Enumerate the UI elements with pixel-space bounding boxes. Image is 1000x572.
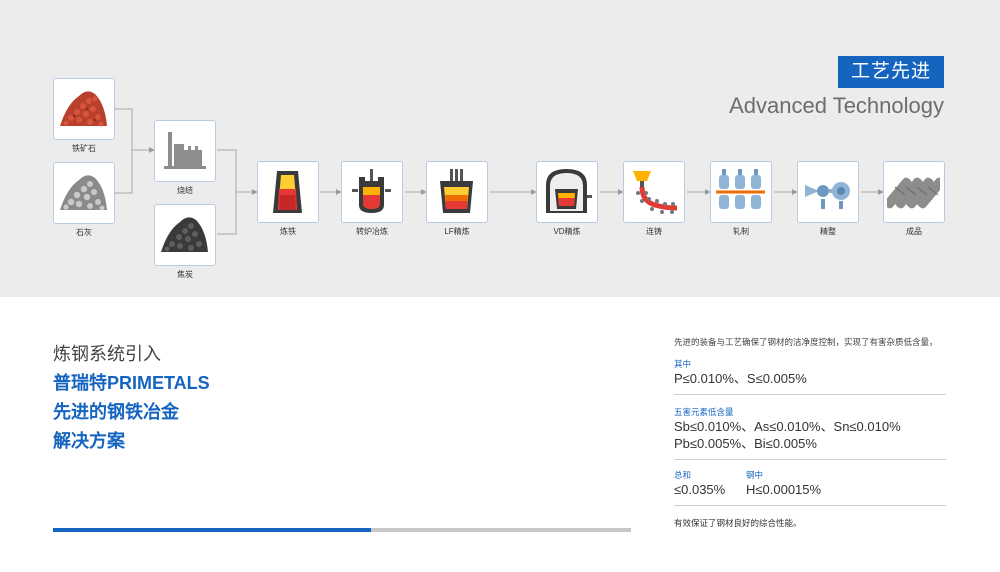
headline-line-1: 炼钢系统引入	[53, 344, 161, 364]
step-coke	[154, 204, 216, 266]
step-label: LF精炼	[444, 227, 470, 236]
coke-icon	[161, 217, 208, 252]
spec-label-in-steel: 钢中	[746, 470, 764, 480]
step-label: VD精炼	[553, 227, 581, 236]
headline-line-4: 解决方案	[53, 431, 125, 451]
step-finished-product	[883, 161, 945, 223]
spec-value-hydrogen: H≤0.00015%	[746, 482, 822, 497]
step-label: 连铸	[646, 227, 662, 236]
headline-line-3: 先进的钢铁冶金	[53, 402, 179, 422]
spec-panel: 先进的装备与工艺确保了钢材的洁净度控制，实现了有害杂质低含量， 其中 P≤0.0…	[674, 336, 946, 529]
step-label: 炼铁	[280, 227, 296, 236]
section-title-en: Advanced Technology	[729, 93, 944, 118]
process-connectors	[115, 108, 884, 235]
step-label: 石灰	[76, 228, 92, 237]
ladle-furnace-icon	[440, 169, 473, 213]
spec-label-five-elements: 五害元素低含量	[674, 407, 734, 417]
spec-divider	[674, 459, 946, 460]
headline-line-2: 普瑞特PRIMETALS	[53, 373, 210, 393]
step-continuous-casting	[623, 161, 685, 223]
step-vd-refining	[536, 161, 598, 223]
continuous-casting-icon	[633, 171, 678, 214]
step-iron-ore	[53, 78, 115, 140]
step-rolling	[710, 161, 772, 223]
spec-label-among: 其中	[674, 359, 692, 369]
step-label: 精整	[820, 227, 836, 236]
sinter-plant-icon	[164, 132, 206, 169]
step-label: 成品	[906, 227, 922, 236]
finishing-icon	[805, 182, 850, 209]
step-limestone	[53, 162, 115, 224]
spec-divider	[674, 505, 946, 506]
spec-divider	[674, 394, 946, 395]
step-label: 转炉冶炼	[356, 227, 388, 236]
spec-value-ps: P≤0.010%、S≤0.005%	[674, 371, 807, 386]
section-badge: 工艺先进	[838, 56, 944, 88]
spec-value-five-1: Sb≤0.010%、As≤0.010%、Sn≤0.010%	[674, 419, 901, 434]
converter-icon	[352, 169, 391, 213]
progress-bar	[53, 528, 631, 532]
finished-product-icon	[887, 177, 940, 209]
step-label: 烧结	[177, 186, 193, 195]
step-label: 铁矿石	[72, 144, 96, 153]
rolling-mill-icon	[716, 169, 765, 209]
step-ironmaking	[257, 161, 319, 223]
limestone-icon	[60, 175, 107, 211]
spec-outro: 有效保证了钢材良好的综合性能。	[674, 518, 802, 528]
step-lf-refining	[426, 161, 488, 223]
spec-label-total: 总和	[674, 470, 692, 480]
spec-value-total: ≤0.035%	[674, 482, 726, 497]
spec-intro: 先进的装备与工艺确保了钢材的洁净度控制，实现了有害杂质低含量，	[674, 337, 938, 347]
step-finishing	[797, 161, 859, 223]
headline-block: 炼钢系统引入 普瑞特PRIMETALS 先进的钢铁冶金 解决方案	[53, 340, 210, 456]
vacuum-degassing-icon	[546, 169, 592, 213]
blast-furnace-icon	[273, 171, 302, 213]
step-label: 轧制	[733, 227, 749, 236]
step-sinter	[154, 120, 216, 182]
spec-row-totals: 总和 ≤0.035% 钢中 H≤0.00015%	[674, 469, 946, 498]
iron-ore-icon	[60, 91, 107, 127]
spec-value-five-2: Pb≤0.005%、Bi≤0.005%	[674, 436, 817, 451]
progress-fill	[53, 528, 371, 532]
step-label: 焦炭	[177, 270, 193, 279]
step-converter	[341, 161, 403, 223]
